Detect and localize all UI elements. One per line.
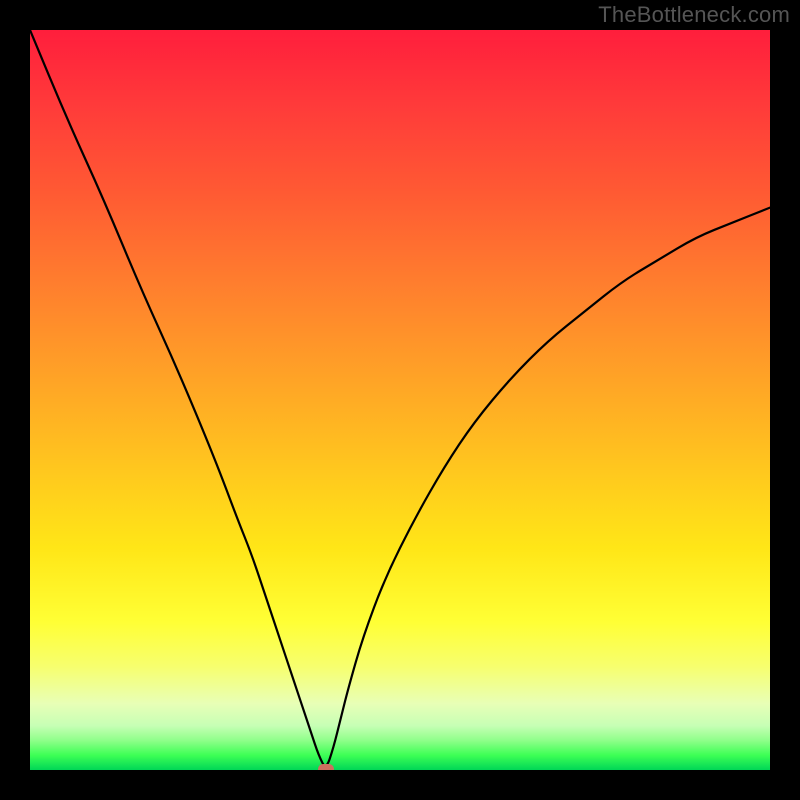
minimum-marker	[318, 764, 334, 770]
curve-line	[30, 30, 770, 766]
watermark-text: TheBottleneck.com	[598, 2, 790, 28]
chart-frame: TheBottleneck.com	[0, 0, 800, 800]
curve-svg	[30, 30, 770, 770]
plot-area	[30, 30, 770, 770]
